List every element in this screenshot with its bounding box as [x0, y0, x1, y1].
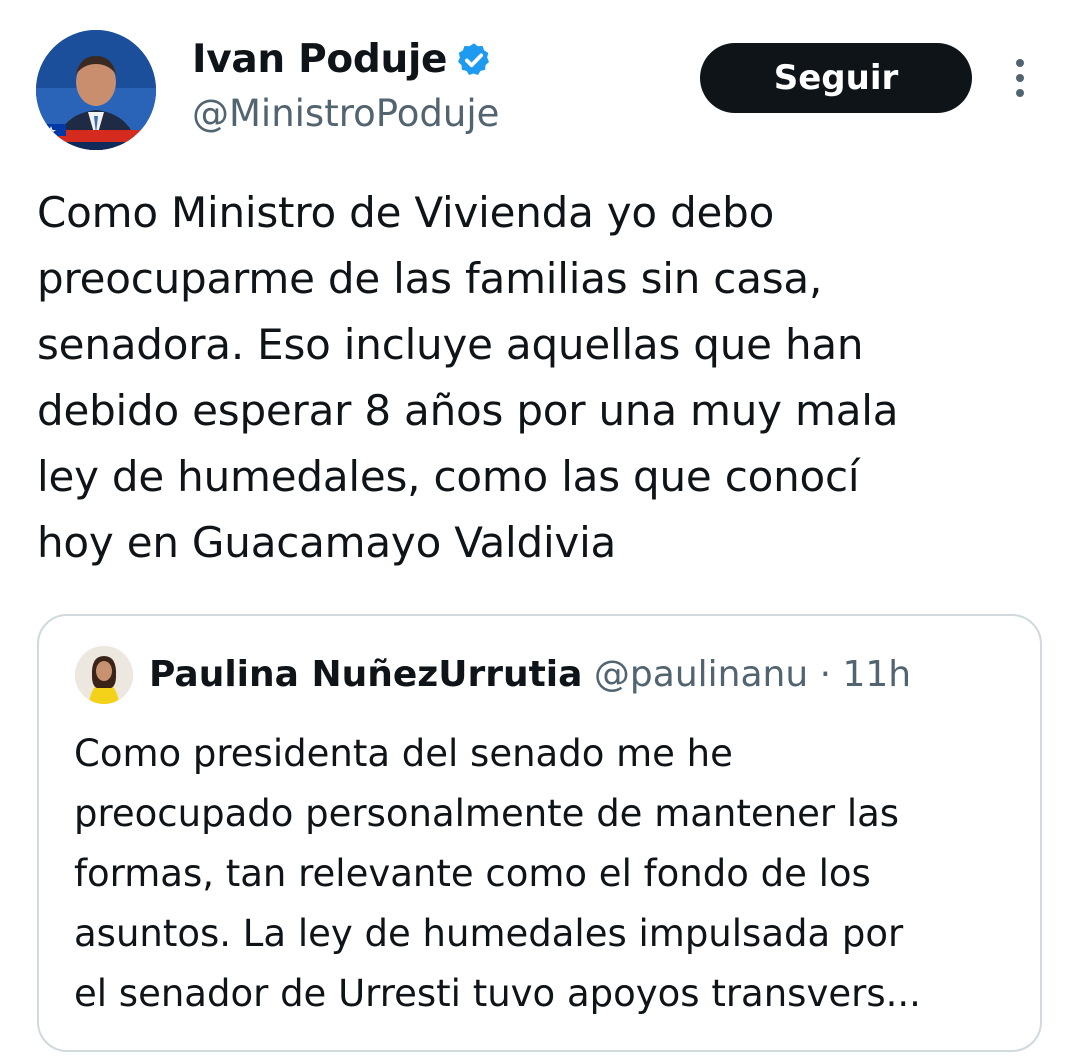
follow-button[interactable]: Seguir: [700, 43, 972, 113]
quoted-author-name[interactable]: Paulina NuñezUrrutia: [149, 654, 582, 695]
quoted-timestamp[interactable]: 11h: [843, 654, 912, 695]
author-avatar[interactable]: [36, 30, 156, 150]
quoted-tweet-text: Como presidenta del senado me he preocup…: [74, 732, 921, 1015]
quoted-author-avatar[interactable]: [75, 646, 133, 704]
tweet-text: Como Ministro de Vivienda yo debo preocu…: [37, 188, 899, 567]
quoted-avatar-photo: [75, 646, 133, 704]
verified-badge-icon: [458, 43, 490, 76]
avatar-photo: [36, 30, 156, 150]
quoted-tweet-header: Paulina NuñezUrrutia @paulinanu · 11h: [149, 652, 911, 698]
more-options-icon[interactable]: [1006, 56, 1034, 100]
quoted-author-handle[interactable]: @paulinanu: [594, 654, 808, 695]
quoted-separator: ·: [808, 654, 843, 695]
quoted-tweet-card[interactable]: Paulina NuñezUrrutia @paulinanu · 11h Co…: [37, 614, 1042, 1052]
author-display-name[interactable]: Ivan Poduje: [192, 34, 447, 86]
author-handle[interactable]: @MinistroPoduje: [192, 88, 499, 140]
